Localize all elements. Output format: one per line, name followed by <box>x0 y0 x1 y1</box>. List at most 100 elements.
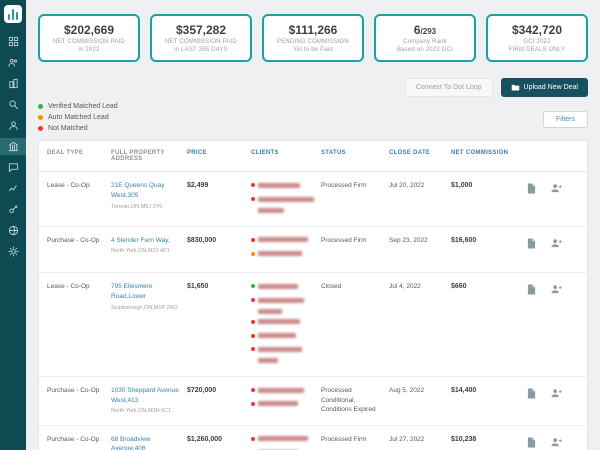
client-entry <box>251 400 315 410</box>
stat-value: $202,669 <box>63 23 115 37</box>
client-entry <box>251 345 315 363</box>
red-dot-icon <box>251 388 255 393</box>
user-icon[interactable] <box>0 117 26 134</box>
red-dot-icon <box>251 183 255 188</box>
column-header-close-date[interactable]: CLOSE DATE <box>389 150 451 156</box>
redacted-client-name <box>258 182 300 188</box>
red-dot-icon <box>251 237 255 242</box>
property-address-link[interactable]: 68 Broadview Avenue,406 <box>111 435 181 450</box>
legend-item-verified: Verified Matched Lead <box>38 103 118 110</box>
client-entry <box>251 435 315 445</box>
green-dot-icon <box>251 284 255 289</box>
redacted-client-name <box>258 387 304 393</box>
gear-icon[interactable] <box>0 243 26 260</box>
clients-cell <box>251 386 321 414</box>
globe-icon[interactable] <box>0 222 26 239</box>
app-logo[interactable] <box>4 5 22 23</box>
status-cell: Processed Firm <box>321 182 367 189</box>
price-cell: $720,000 <box>187 386 217 394</box>
table-row: Purchase - Co-Op 1030 Sheppard Avenue We… <box>39 377 587 426</box>
legend-item-auto: Auto Matched Lead <box>38 114 118 121</box>
net-commission-cell: $10,238 <box>451 435 477 443</box>
price-cell: $830,000 <box>187 236 217 244</box>
dashboard-icon[interactable] <box>0 33 26 50</box>
connect-dotloop-button[interactable]: Connect To Dot Loop <box>404 78 493 97</box>
legend-item-notmatched: Not Matched <box>38 125 118 132</box>
sidebar <box>0 0 26 450</box>
property-address-city: North York,ON,M2J 4P1 <box>111 248 170 255</box>
buildings-icon[interactable] <box>0 75 26 92</box>
property-address-city: North York,ON,M3H 6C1 <box>111 408 172 415</box>
address-cell: 795 Ellesmere Road,Lower Scarborough,ON,… <box>111 282 187 312</box>
deal-type-cell: Purchase - Co-Op <box>47 236 100 244</box>
net-commission-cell: $14,400 <box>451 386 477 394</box>
chart-icon[interactable] <box>0 180 26 197</box>
clients-cell <box>251 181 321 217</box>
add-person-icon[interactable] <box>547 386 573 398</box>
property-address-link[interactable]: 795 Ellesmere Road,Lower <box>111 282 181 302</box>
legend: Verified Matched Lead Auto Matched Lead … <box>38 103 118 132</box>
team-icon[interactable] <box>0 54 26 71</box>
status-cell: Closed <box>321 283 342 290</box>
stat-label: NET COMMISSION PAID <box>53 39 125 45</box>
stat-card-net-2022: $202,669 NET COMMISSION PAID in 2022 <box>38 14 140 62</box>
document-icon[interactable] <box>521 386 547 399</box>
client-entry <box>251 181 315 191</box>
document-icon[interactable] <box>521 181 547 194</box>
client-entry <box>251 249 315 259</box>
property-address-link[interactable]: 21E Queens Quay West,305 <box>111 181 181 201</box>
filters-button[interactable]: Filters <box>542 111 588 128</box>
stat-sublabel: Yet to be Paid <box>293 47 333 53</box>
net-commission-cell: $660 <box>451 283 467 290</box>
client-entry <box>251 195 315 213</box>
net-commission-cell: $1,000 <box>451 182 473 189</box>
column-header-clients[interactable]: CLIENTS <box>251 150 321 156</box>
column-header-address[interactable]: FULL PROPERTY ADDRESS <box>111 150 187 162</box>
key-icon[interactable] <box>0 201 26 218</box>
table-row: Purchase - Co-Op 4 Slender Fern Way, Nor… <box>39 227 587 273</box>
column-header-net-commission[interactable]: NET COMMISSION <box>451 150 521 156</box>
add-person-icon[interactable] <box>547 236 573 248</box>
table-body: Lease - Co-Op 21E Queens Quay West,305 T… <box>39 172 587 450</box>
table-row: Lease - Co-Op 21E Queens Quay West,305 T… <box>39 172 587 227</box>
property-address-link[interactable]: 4 Slender Fern Way, <box>111 236 181 246</box>
upload-new-deal-button[interactable]: Upload New Deal <box>500 78 588 97</box>
green-dot-icon <box>38 104 43 109</box>
client-entry <box>251 386 315 396</box>
red-dot-icon <box>251 197 255 202</box>
legend-row: Verified Matched Lead Auto Matched Lead … <box>38 103 588 132</box>
address-cell: 68 Broadview Avenue,406 Toronto,ON,M4M 2… <box>111 435 187 450</box>
stat-label: GCI 2022 <box>523 39 551 45</box>
bank-icon[interactable] <box>0 138 26 155</box>
red-dot-icon <box>251 333 255 338</box>
document-icon[interactable] <box>521 236 547 249</box>
column-header-price[interactable]: PRICE <box>187 150 251 156</box>
chat-icon[interactable] <box>0 159 26 176</box>
property-address-city: Toronto,ON,M5J 2Y6 <box>111 203 163 210</box>
column-header-status[interactable]: STATUS <box>321 150 389 156</box>
add-person-icon[interactable] <box>547 435 573 447</box>
stat-value: $342,720 <box>511 23 563 37</box>
clients-cell <box>251 282 321 367</box>
red-dot-icon <box>38 126 43 131</box>
column-header-deal-type[interactable]: DEAL TYPE <box>47 150 111 156</box>
redacted-client-name <box>258 357 278 363</box>
document-icon[interactable] <box>521 282 547 295</box>
close-date-cell: Jul 27, 2022 <box>389 435 425 443</box>
client-entry <box>251 282 315 292</box>
property-address-link[interactable]: 1030 Sheppard Avenue West,413 <box>111 386 181 406</box>
add-person-icon[interactable] <box>547 181 573 193</box>
add-person-icon[interactable] <box>547 282 573 294</box>
document-icon[interactable] <box>521 435 547 448</box>
redacted-client-name <box>258 346 302 352</box>
client-entry <box>251 236 315 246</box>
stat-sublabel: Based on 2022 GCI <box>396 47 454 53</box>
stat-sublabel: in LAST 365 DAYS <box>174 47 228 53</box>
stat-sublabel: in 2022 <box>78 47 100 53</box>
clients-cell <box>251 236 321 264</box>
stat-value: $111,266 <box>288 23 338 37</box>
redacted-client-name <box>258 196 314 202</box>
deal-type-cell: Purchase - Co-Op <box>47 386 100 394</box>
close-date-cell: Aug 5, 2022 <box>389 386 425 394</box>
search-icon[interactable] <box>0 96 26 113</box>
